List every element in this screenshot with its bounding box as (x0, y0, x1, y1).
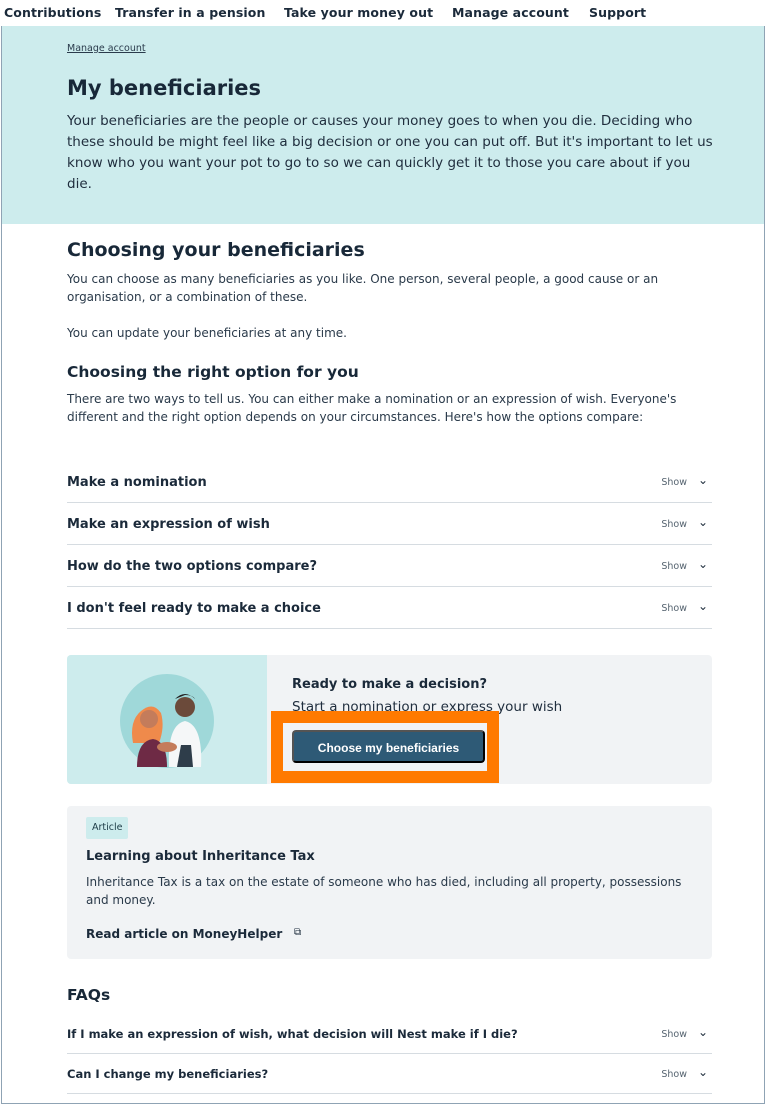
chevron-down-icon[interactable]: ⌄ (698, 515, 708, 529)
faqs-heading: FAQs (67, 986, 111, 1004)
accordion-compare-options[interactable]: How do the two options compare? Show ⌄ (67, 545, 712, 587)
hero-banner: Manage account My beneficiaries Your ben… (2, 26, 764, 224)
external-link-icon[interactable]: ⧉ (294, 927, 301, 938)
show-toggle[interactable]: Show (661, 477, 687, 488)
options-heading: Choosing the right option for you (67, 363, 359, 381)
nav-transfer-in[interactable]: Transfer in a pension (115, 5, 265, 20)
chevron-down-icon[interactable]: ⌄ (698, 557, 708, 571)
nav-take-money-out[interactable]: Take your money out (284, 5, 433, 20)
faq-item[interactable]: If I make an expression of wish, what de… (67, 1014, 712, 1054)
accordion-title: I don't feel ready to make a choice (67, 601, 321, 616)
accordion-title: How do the two options compare? (67, 559, 317, 574)
chevron-down-icon[interactable]: ⌄ (698, 473, 708, 487)
faq-item[interactable]: Can I change my beneficiaries? Show ⌄ (67, 1054, 712, 1094)
article-title: Learning about Inheritance Tax (86, 849, 315, 864)
chevron-down-icon[interactable]: ⌄ (698, 599, 708, 613)
faq-question: Can I change my beneficiaries? (67, 1067, 269, 1081)
breadcrumb[interactable]: Manage account (67, 43, 146, 54)
people-illustration (120, 674, 214, 768)
accordion-title: Make an expression of wish (67, 517, 270, 532)
choosing-paragraph-2: You can update your beneficiaries at any… (67, 326, 347, 340)
article-card: Article Learning about Inheritance Tax I… (67, 806, 712, 959)
faq-question: If I make an expression of wish, what de… (67, 1027, 518, 1041)
top-navigation: Contributions Transfer in a pension Take… (0, 0, 767, 26)
nav-support[interactable]: Support (589, 5, 646, 20)
show-toggle[interactable]: Show (661, 519, 687, 530)
show-toggle[interactable]: Show (661, 1029, 687, 1040)
choosing-heading: Choosing your beneficiaries (67, 239, 365, 261)
page-content: Manage account My beneficiaries Your ben… (1, 26, 765, 1104)
show-toggle[interactable]: Show (661, 1069, 687, 1080)
choosing-paragraph-1: You can choose as many beneficiaries as … (67, 272, 659, 304)
illustration-panel (67, 655, 267, 784)
accordion-title: Make a nomination (67, 475, 207, 490)
nav-contributions[interactable]: Contributions (4, 5, 101, 20)
article-body: Inheritance Tax is a tax on the estate o… (86, 875, 682, 907)
chevron-down-icon[interactable]: ⌄ (698, 1065, 708, 1079)
options-intro: There are two ways to tell us. You can e… (67, 392, 677, 424)
accordion-not-ready[interactable]: I don't feel ready to make a choice Show… (67, 587, 712, 629)
hero-intro: Your beneficiaries are the people or cau… (67, 113, 713, 192)
article-tag: Article (86, 817, 129, 839)
article-link[interactable]: Read article on MoneyHelper (86, 927, 282, 941)
show-toggle[interactable]: Show (661, 561, 687, 572)
show-toggle[interactable]: Show (661, 603, 687, 614)
decision-panel: Ready to make a decision? Start a nomina… (67, 655, 712, 784)
chevron-down-icon[interactable]: ⌄ (698, 1025, 708, 1039)
choose-beneficiaries-button[interactable]: Choose my beneficiaries (292, 730, 485, 763)
accordion-expression-of-wish[interactable]: Make an expression of wish Show ⌄ (67, 503, 712, 545)
accordion-make-nomination[interactable]: Make a nomination Show ⌄ (67, 461, 712, 503)
page-title: My beneficiaries (67, 76, 262, 100)
cta-question: Ready to make a decision? (292, 677, 488, 692)
nav-manage-account[interactable]: Manage account (452, 5, 569, 20)
